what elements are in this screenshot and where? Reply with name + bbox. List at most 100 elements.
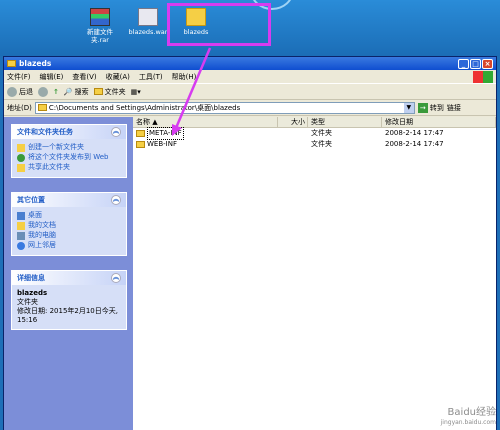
task-pane: 文件和文件夹任务 ︽ 创建一个新文件夹 将这个文件夹发布到 Web 共享此文件夹 … — [4, 117, 133, 430]
task-label: 将这个文件夹发布到 Web — [28, 153, 109, 161]
folders-label: 文件夹 — [104, 87, 126, 96]
highlight-box — [167, 3, 271, 46]
place-label: 我的文档 — [28, 221, 56, 229]
menu-tools[interactable]: 工具(T) — [139, 72, 163, 82]
new-folder-icon — [17, 144, 25, 152]
sort-arrow-icon: ▲ — [152, 118, 158, 126]
chevron-up-icon[interactable]: ︽ — [111, 273, 121, 283]
panel-header[interactable]: 详细信息 ︽ — [12, 271, 126, 285]
address-input[interactable]: C:\Documents and Settings\Administrator\… — [34, 101, 415, 114]
panel-header[interactable]: 文件和文件夹任务 ︽ — [12, 125, 126, 139]
forward-button[interactable] — [38, 86, 48, 97]
detail-name: blazeds — [17, 289, 48, 297]
go-label: 转到 — [429, 103, 444, 112]
desktop-icon-label: 新建文件夹.rar — [87, 28, 113, 44]
menu-view[interactable]: 查看(V) — [72, 72, 96, 82]
search-button[interactable]: 🔎 搜索 — [64, 87, 89, 97]
detail-modified: 修改日期: 2015年2月10日今天, 15:16 — [17, 307, 118, 324]
desktop-icon-label: blazeds.war — [128, 28, 168, 36]
column-name[interactable]: 名称 ▲ — [133, 117, 278, 127]
column-headers: 名称 ▲ 大小 类型 修改日期 — [133, 117, 496, 128]
address-label: 地址(D) — [7, 103, 32, 112]
place-label: 桌面 — [28, 211, 42, 219]
column-label: 类型 — [311, 118, 325, 126]
menu-file[interactable]: 文件(F) — [7, 72, 31, 82]
menu-help[interactable]: 帮助(H) — [172, 72, 197, 82]
folder-icon — [7, 60, 16, 67]
search-icon: 🔎 — [63, 87, 73, 96]
place-my-computer[interactable]: 我的电脑 — [17, 231, 121, 240]
column-size[interactable]: 大小 — [278, 117, 308, 127]
windows-logo-icon — [473, 70, 493, 83]
chevron-up-icon[interactable]: ︽ — [111, 195, 121, 205]
desktop-icon-rar[interactable]: 新建文件夹.rar — [80, 8, 120, 44]
task-new-folder[interactable]: 创建一个新文件夹 — [17, 143, 121, 152]
links-label[interactable]: 链接 — [447, 103, 461, 113]
chevron-up-icon[interactable]: ︽ — [111, 127, 121, 137]
file-size — [278, 139, 308, 150]
place-desktop[interactable]: 桌面 — [17, 211, 121, 220]
desktop-icon-war[interactable]: blazeds.war — [128, 8, 168, 36]
toolbar: 后退 ↑ 🔎 搜索 文件夹 ▦▾ — [4, 84, 496, 100]
file-list: 名称 ▲ 大小 类型 修改日期 META-INF 文件夹 2008-2-14 1… — [133, 117, 496, 430]
close-button[interactable]: × — [482, 58, 493, 69]
column-date[interactable]: 修改日期 — [382, 117, 496, 127]
rar-archive-icon — [90, 8, 110, 26]
panel-title: 详细信息 — [17, 274, 45, 282]
back-arrow-icon — [7, 86, 17, 97]
folder-icon — [136, 141, 145, 148]
back-label: 后退 — [19, 87, 33, 96]
column-type[interactable]: 类型 — [308, 117, 382, 127]
column-label: 大小 — [291, 118, 305, 126]
watermark-text: Baidu经验 — [447, 407, 496, 418]
views-button[interactable]: ▦▾ — [131, 88, 141, 96]
network-icon — [17, 242, 25, 250]
file-row[interactable]: META-INF 文件夹 2008-2-14 17:47 — [133, 127, 496, 140]
file-name: WEB-INF — [147, 140, 177, 148]
task-publish-web[interactable]: 将这个文件夹发布到 Web — [17, 153, 121, 162]
folders-button[interactable]: 文件夹 — [93, 87, 126, 97]
place-network[interactable]: 网上邻居 — [17, 241, 121, 250]
other-places-panel: 其它位置 ︽ 桌面 我的文档 我的电脑 网上邻居 — [11, 192, 127, 256]
up-arrow-icon: ↑ — [53, 87, 59, 96]
maximize-button[interactable]: □ — [470, 58, 481, 69]
desktop: 新建文件夹.rar blazeds.war blazeds — [0, 0, 500, 56]
panel-header[interactable]: 其它位置 ︽ — [12, 193, 126, 207]
detail-type: 文件夹 — [17, 298, 38, 306]
place-label: 网上邻居 — [28, 241, 56, 249]
file-type: 文件夹 — [311, 129, 332, 137]
column-label: 名称 — [136, 118, 150, 126]
file-size — [278, 128, 308, 139]
panel-title: 其它位置 — [17, 196, 45, 204]
address-path: C:\Documents and Settings\Administrator\… — [48, 103, 241, 112]
chevron-down-icon[interactable]: ▼ — [403, 102, 414, 113]
desktop-icon — [17, 212, 25, 220]
place-my-documents[interactable]: 我的文档 — [17, 221, 121, 230]
menu-edit[interactable]: 编辑(E) — [40, 72, 64, 82]
back-button[interactable]: 后退 — [7, 86, 33, 97]
place-label: 我的电脑 — [28, 231, 56, 239]
explorer-window: blazeds _ □ × 文件(F) 编辑(E) 查看(V) 收藏(A) 工具… — [3, 56, 497, 430]
go-arrow-icon: → — [417, 102, 428, 113]
title-bar[interactable]: blazeds _ □ × — [4, 57, 496, 70]
go-button[interactable]: → 转到 — [417, 102, 444, 113]
task-label: 共享此文件夹 — [28, 163, 70, 171]
details-panel: 详细信息 ︽ blazeds 文件夹 修改日期: 2015年2月10日今天, 15… — [11, 270, 127, 330]
task-label: 创建一个新文件夹 — [28, 143, 84, 151]
documents-icon — [17, 222, 25, 230]
file-row[interactable]: WEB-INF 文件夹 2008-2-14 17:47 — [133, 139, 496, 150]
file-date: 2008-2-14 17:47 — [385, 140, 444, 148]
file-date: 2008-2-14 17:47 — [385, 129, 444, 137]
up-button[interactable]: ↑ — [53, 88, 59, 96]
watermark-url: jingyan.baidu.com — [440, 419, 496, 426]
menu-favorites[interactable]: 收藏(A) — [106, 72, 130, 82]
folder-icon — [93, 88, 103, 95]
computer-icon — [17, 232, 25, 240]
task-share-folder[interactable]: 共享此文件夹 — [17, 163, 121, 172]
minimize-button[interactable]: _ — [458, 58, 469, 69]
war-file-icon — [138, 8, 158, 26]
folder-icon — [136, 130, 145, 137]
panel-title: 文件和文件夹任务 — [17, 128, 73, 136]
menu-bar: 文件(F) 编辑(E) 查看(V) 收藏(A) 工具(T) 帮助(H) — [4, 70, 496, 84]
file-tasks-panel: 文件和文件夹任务 ︽ 创建一个新文件夹 将这个文件夹发布到 Web 共享此文件夹 — [11, 124, 127, 178]
